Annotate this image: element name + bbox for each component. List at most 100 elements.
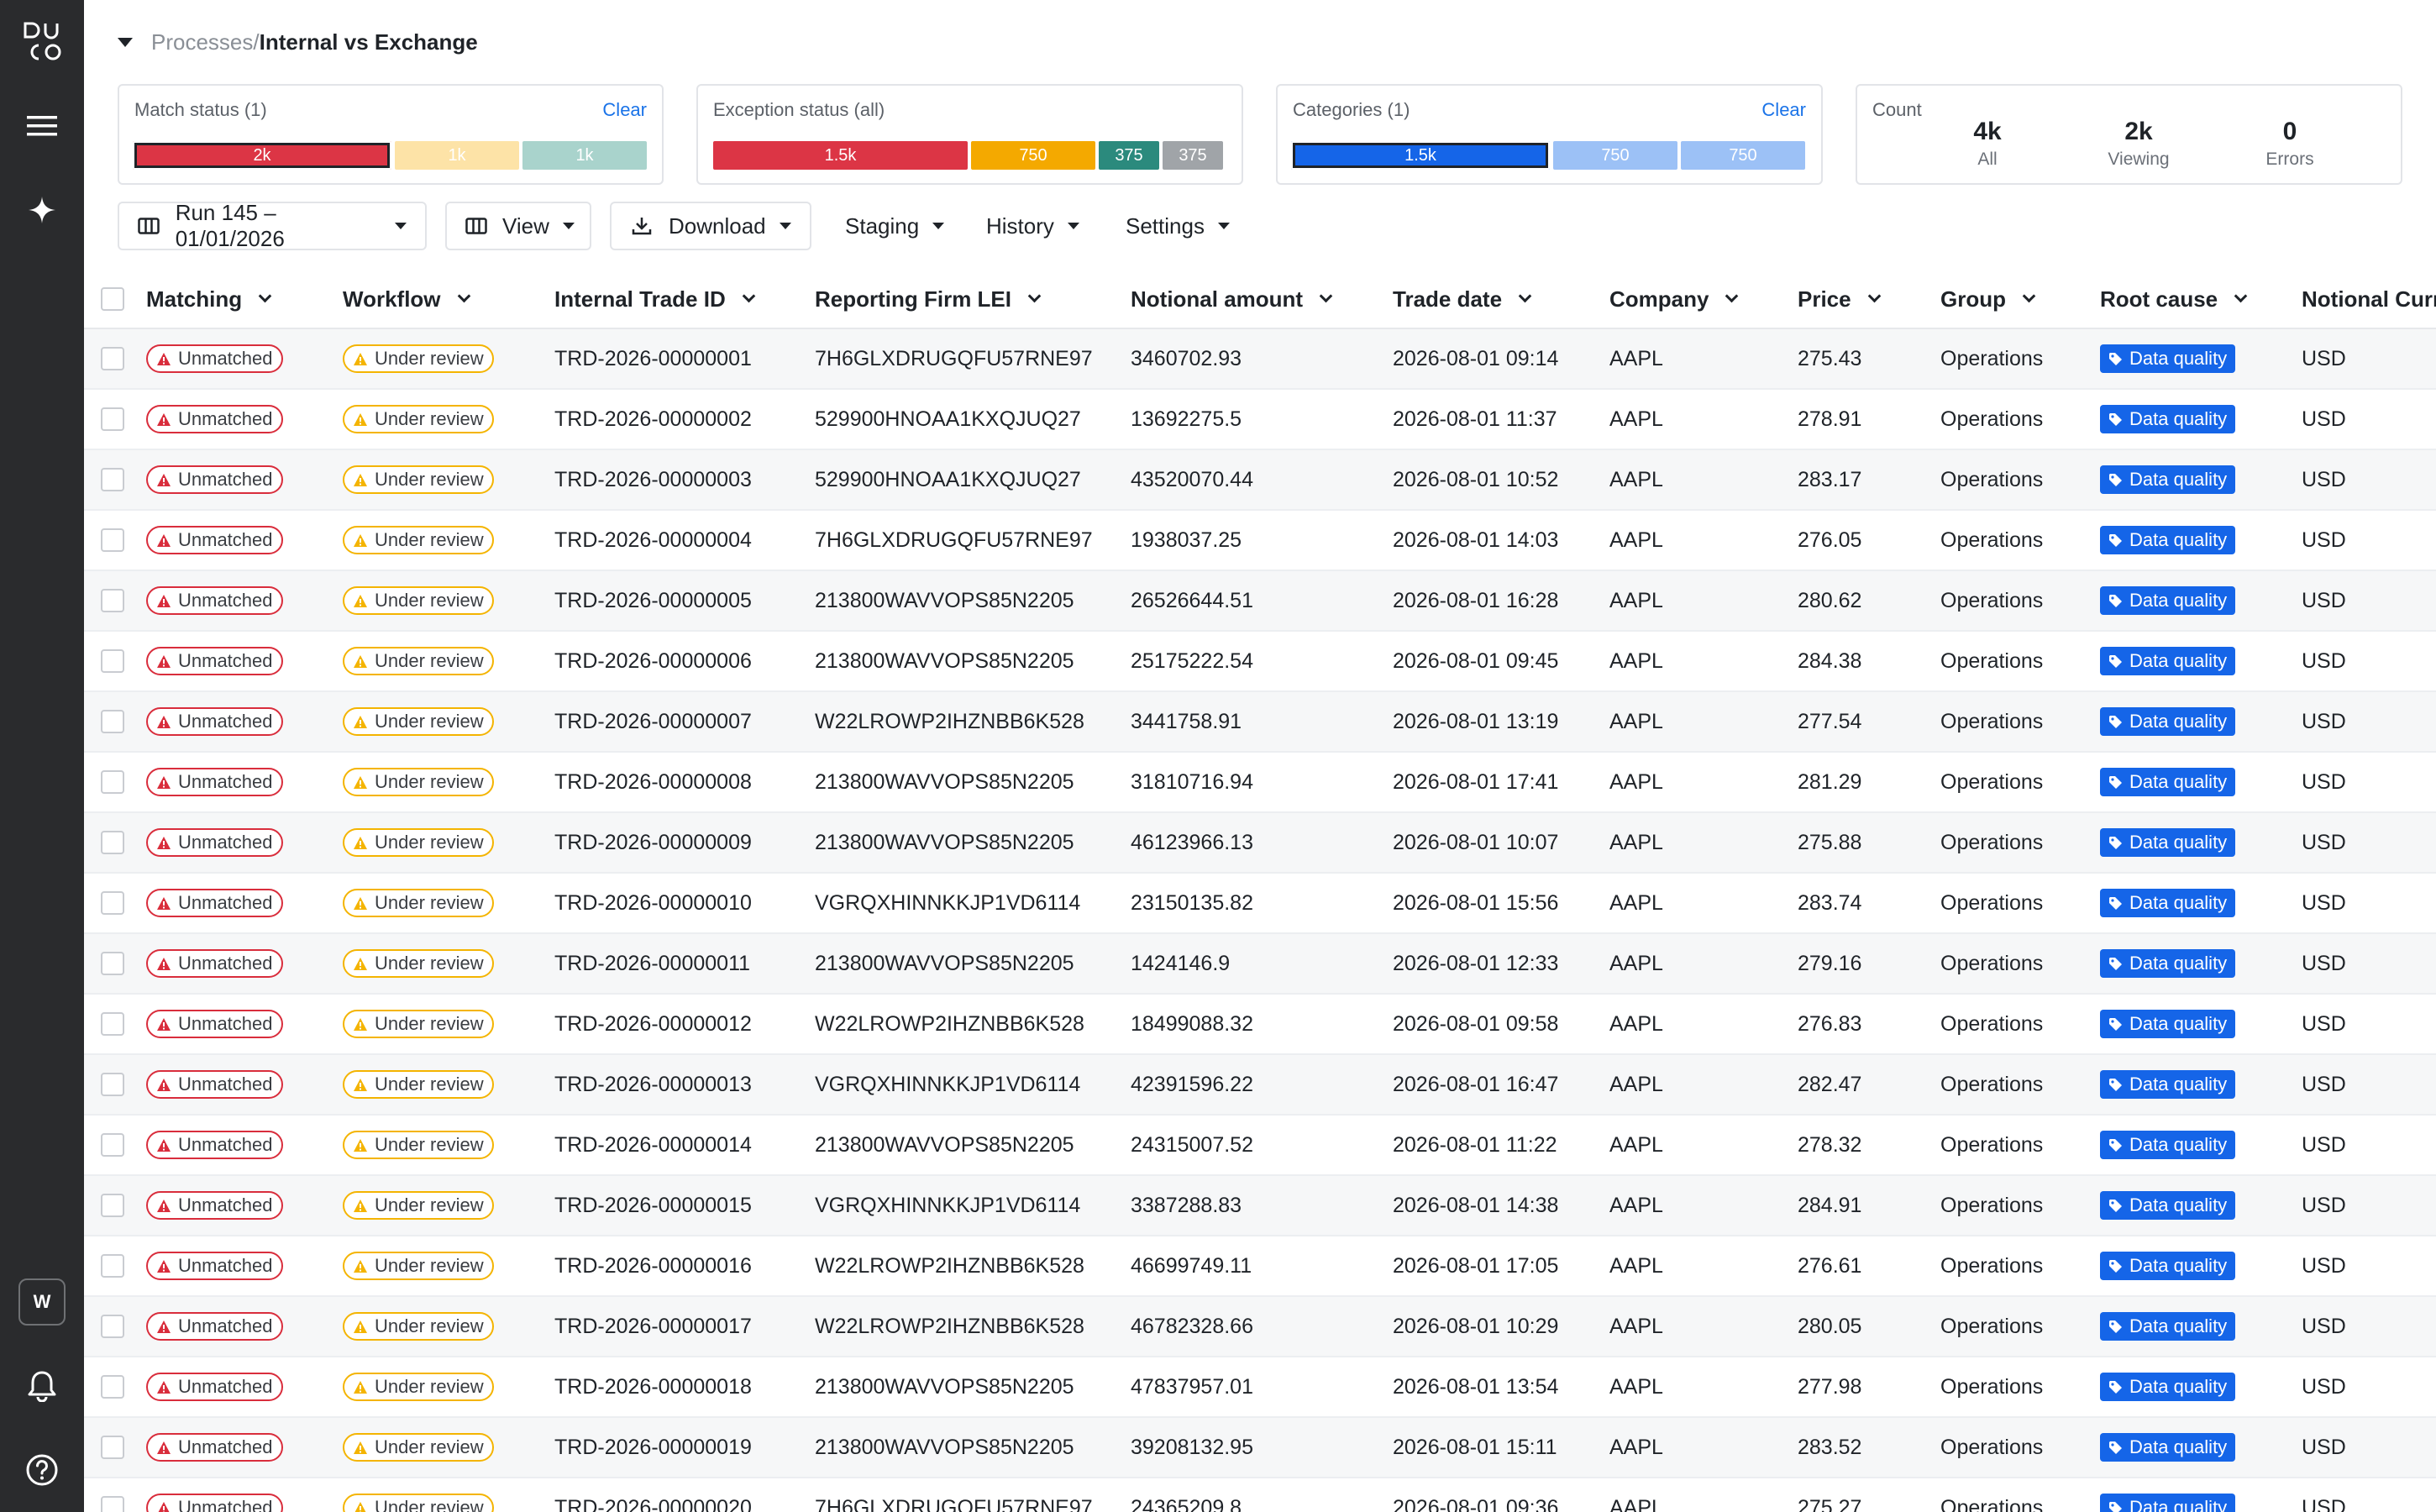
table-row[interactable]: Unmatched Under review TRD-2026-00000001 7H… [84,329,2436,390]
workflow-badge[interactable]: Under review [343,1010,494,1038]
root-cause-tag[interactable]: Data quality [2100,889,2236,917]
root-cause-tag[interactable]: Data quality [2100,1131,2236,1159]
column-header-reporting-firm-lei[interactable]: Reporting Firm LEI [815,269,1042,329]
exception-status-bar-resolved[interactable]: 375 [1099,141,1159,170]
row-checkbox[interactable] [101,692,124,751]
column-header-price[interactable]: Price [1798,269,1881,329]
categories-bar-data-quality[interactable]: 1.5k [1291,141,1550,170]
column-header-notional-currency[interactable]: Notional Curr [2302,269,2436,329]
matching-cell[interactable]: Unmatched [146,753,283,811]
workflow-cell[interactable]: Under review [343,1357,494,1416]
row-checkbox[interactable] [101,450,124,509]
root-cause-cell[interactable]: Data quality [2100,329,2236,388]
workflow-cell[interactable]: Under review [343,995,494,1053]
workflow-cell[interactable]: Under review [343,753,494,811]
row-checkbox[interactable] [101,1055,124,1114]
workflow-cell[interactable]: Under review [343,1297,494,1356]
column-header-matching[interactable]: Matching [146,269,272,329]
matching-cell[interactable]: Unmatched [146,1176,283,1235]
row-checkbox[interactable] [101,1478,124,1512]
download-button[interactable]: Download [610,202,811,250]
root-cause-tag[interactable]: Data quality [2100,465,2236,494]
root-cause-cell[interactable]: Data quality [2100,571,2236,630]
matching-cell[interactable]: Unmatched [146,632,283,690]
table-row[interactable]: Unmatched Under review TRD-2026-00000012 W2… [84,995,2436,1055]
row-checkbox[interactable] [101,874,124,932]
matching-cell[interactable]: Unmatched [146,1236,283,1295]
root-cause-cell[interactable]: Data quality [2100,511,2236,570]
root-cause-cell[interactable]: Data quality [2100,813,2236,872]
matching-cell[interactable]: Unmatched [146,390,283,449]
sparkle-icon[interactable] [21,189,63,231]
root-cause-cell[interactable]: Data quality [2100,1236,2236,1295]
match-status-bar-unmatched[interactable]: 2k [133,141,391,170]
exception-status-bar-closed[interactable]: 375 [1163,141,1223,170]
table-row[interactable]: Unmatched Under review TRD-2026-00000007 W2… [84,692,2436,753]
status-badge[interactable]: Unmatched [146,344,283,373]
match-status-bar-matched[interactable]: 1k [522,141,647,170]
column-header-notional-amount[interactable]: Notional amount [1131,269,1333,329]
row-checkbox[interactable] [101,1236,124,1295]
workflow-badge[interactable]: Under review [343,647,494,675]
workflow-badge[interactable]: Under review [343,1373,494,1401]
root-cause-tag[interactable]: Data quality [2100,828,2236,857]
root-cause-tag[interactable]: Data quality [2100,526,2236,554]
staging-menu[interactable]: Staging [845,202,945,250]
root-cause-cell[interactable]: Data quality [2100,1297,2236,1356]
matching-cell[interactable]: Unmatched [146,934,283,993]
column-header-internal-trade-id[interactable]: Internal Trade ID [554,269,756,329]
row-checkbox[interactable] [101,1116,124,1174]
workflow-badge[interactable]: Under review [343,465,494,494]
workflow-cell[interactable]: Under review [343,390,494,449]
workflow-cell[interactable]: Under review [343,571,494,630]
column-header-group[interactable]: Group [1940,269,2036,329]
table-row[interactable]: Unmatched Under review TRD-2026-00000014 21… [84,1116,2436,1176]
status-badge[interactable]: Unmatched [146,1373,283,1401]
root-cause-tag[interactable]: Data quality [2100,768,2236,796]
matching-cell[interactable]: Unmatched [146,995,283,1053]
root-cause-cell[interactable]: Data quality [2100,753,2236,811]
workflow-badge[interactable]: Under review [343,828,494,857]
breadcrumb-parent[interactable]: Processes [151,29,253,55]
view-button[interactable]: View [445,202,591,250]
table-row[interactable]: Unmatched Under review TRD-2026-00000010 VG… [84,874,2436,934]
row-checkbox[interactable] [101,753,124,811]
column-header-company[interactable]: Company [1609,269,1739,329]
root-cause-tag[interactable]: Data quality [2100,1252,2236,1280]
categories-bar-third[interactable]: 750 [1681,141,1805,170]
matching-cell[interactable]: Unmatched [146,1357,283,1416]
root-cause-tag[interactable]: Data quality [2100,586,2236,615]
root-cause-cell[interactable]: Data quality [2100,632,2236,690]
root-cause-tag[interactable]: Data quality [2100,949,2236,978]
workflow-badge[interactable]: Under review [343,1191,494,1220]
matching-cell[interactable]: Unmatched [146,1297,283,1356]
root-cause-cell[interactable]: Data quality [2100,1055,2236,1114]
status-badge[interactable]: Unmatched [146,1191,283,1220]
root-cause-cell[interactable]: Data quality [2100,1357,2236,1416]
workflow-badge[interactable]: Under review [343,526,494,554]
status-badge[interactable]: Unmatched [146,586,283,615]
status-badge[interactable]: Unmatched [146,1070,283,1099]
root-cause-tag[interactable]: Data quality [2100,1494,2236,1512]
status-badge[interactable]: Unmatched [146,1433,283,1462]
status-badge[interactable]: Unmatched [146,1252,283,1280]
root-cause-cell[interactable]: Data quality [2100,934,2236,993]
settings-menu[interactable]: Settings [1126,202,1230,250]
help-icon[interactable] [21,1449,63,1491]
match-status-clear-button[interactable]: Clear [602,99,647,121]
status-badge[interactable]: Unmatched [146,1494,283,1512]
workflow-cell[interactable]: Under review [343,874,494,932]
table-row[interactable]: Unmatched Under review TRD-2026-00000002 52… [84,390,2436,450]
row-checkbox[interactable] [101,813,124,872]
table-row[interactable]: Unmatched Under review TRD-2026-00000003 52… [84,450,2436,511]
table-row[interactable]: Unmatched Under review TRD-2026-00000006 21… [84,632,2436,692]
workflow-badge[interactable]: Under review [343,1494,494,1512]
status-badge[interactable]: Unmatched [146,526,283,554]
workflow-badge[interactable]: Under review [343,586,494,615]
matching-cell[interactable]: Unmatched [146,1418,283,1477]
workspace-switcher[interactable]: W [18,1278,66,1326]
root-cause-tag[interactable]: Data quality [2100,344,2236,373]
matching-cell[interactable]: Unmatched [146,692,283,751]
bell-icon[interactable] [21,1365,63,1407]
match-status-bar-partial[interactable]: 1k [395,141,519,170]
